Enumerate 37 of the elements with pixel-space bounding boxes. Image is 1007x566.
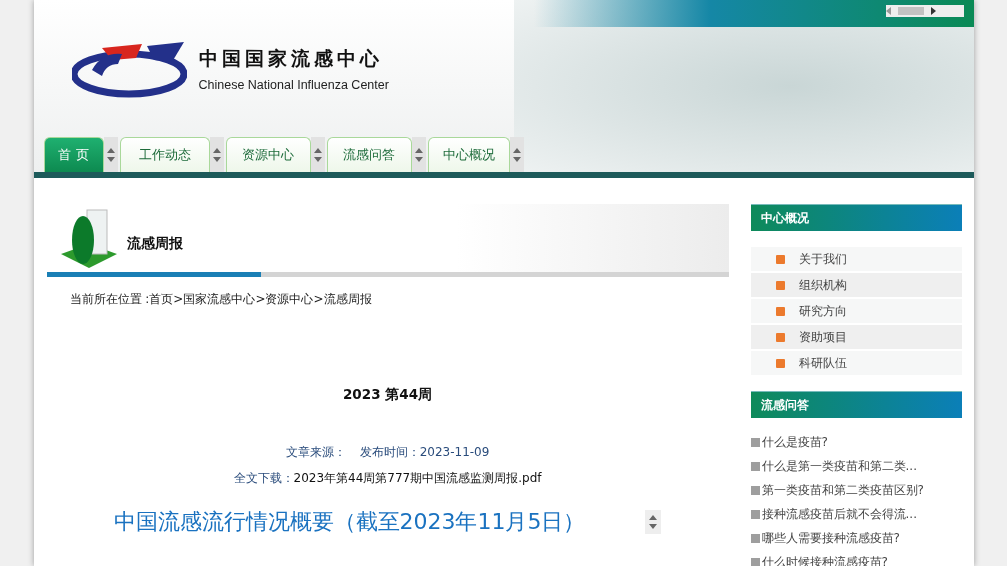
sidebar-menu-item[interactable]: 关于我们: [750, 247, 962, 271]
question-link[interactable]: 接种流感疫苗后就不会得流...: [750, 502, 962, 526]
source-label: 文章来源：: [285, 444, 346, 461]
sidebar-menu-item[interactable]: 组织机构: [750, 273, 962, 297]
building-icon: [60, 206, 117, 270]
question-link[interactable]: 什么是疫苗?: [750, 430, 962, 454]
spinner-arrows-icon: [106, 146, 115, 163]
spinner-arrows-icon: [313, 146, 322, 163]
sidebar-menu-item[interactable]: 科研队伍: [750, 351, 962, 375]
download-label: 全文下载：: [233, 470, 294, 487]
sidebar-heading: 中心概况: [750, 204, 962, 231]
nav-tab[interactable]: 流感问答: [326, 137, 412, 172]
scrollbar[interactable]: [885, 5, 964, 17]
section-title: 流感周报: [126, 234, 183, 253]
spinner-arrows-icon: [649, 514, 658, 530]
nav-tab[interactable]: 工作动态: [119, 137, 210, 172]
sidebar-menu-item[interactable]: 研究方向: [750, 299, 962, 323]
nav-tab[interactable]: 中心概况: [427, 137, 510, 172]
article-heading: 2023 第44周: [341, 386, 434, 404]
question-link[interactable]: 什么是第一类疫苗和第二类...: [750, 454, 962, 478]
spinner-arrows-icon: [212, 146, 221, 163]
nav-tab[interactable]: 资源中心: [225, 137, 311, 172]
spinner-arrows-icon: [414, 146, 423, 163]
question-link[interactable]: 哪些人需要接种流感疫苗?: [750, 526, 962, 550]
logo-icon: [71, 39, 187, 98]
nav-tab[interactable]: 首 页: [43, 137, 104, 172]
question-link[interactable]: 第一类疫苗和第二类疫苗区别?: [750, 478, 962, 502]
site-subtitle: Chinese National Influenza Center: [198, 77, 389, 92]
site-title: 中国国家流感中心: [198, 45, 384, 71]
spinner[interactable]: [645, 510, 662, 534]
publish-date: 发布时间：2023-11-09: [359, 444, 490, 461]
download-link[interactable]: 2023年第44周第777期中国流感监测周报.pdf: [293, 470, 542, 487]
breadcrumb: 当前所在位置 :首页>国家流感中心>资源中心>流感周报: [68, 291, 373, 308]
sidebar-heading: 流感问答: [750, 391, 962, 418]
sidebar-menu-item[interactable]: 资助项目: [750, 325, 962, 349]
article-subtitle: 中国流感流行情况概要（截至2023年11月5日）: [113, 508, 586, 536]
spinner-arrows-icon: [512, 146, 521, 163]
